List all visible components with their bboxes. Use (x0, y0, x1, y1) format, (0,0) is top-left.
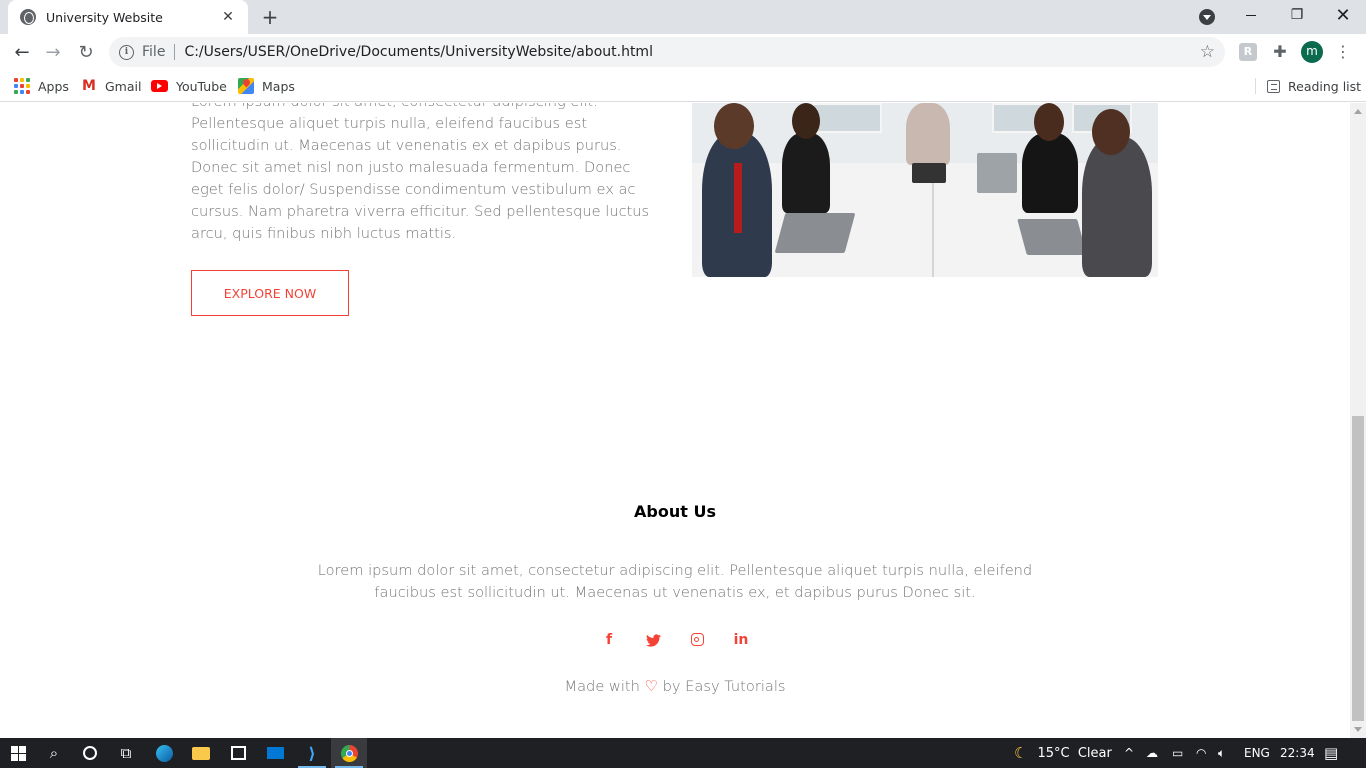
gmail-icon: M (82, 78, 96, 94)
weather-widget[interactable]: ☾ 15°C Clear (1014, 738, 1112, 768)
browser-toolbar: ← → ↻ i File C:/Users/USER/OneDrive/Docu… (0, 34, 1366, 70)
made-with-prefix: Made with (564, 678, 640, 695)
reading-list-label: Reading list (1288, 78, 1362, 94)
battery-icon[interactable]: ▭ (1172, 738, 1183, 768)
profile-avatar[interactable]: m (1301, 41, 1323, 63)
restore-button[interactable]: ❐ (1274, 0, 1320, 30)
hidden-icons-chevron-icon[interactable]: ^ (1124, 738, 1134, 768)
scheme-label: File (142, 44, 166, 60)
bookmark-label: YouTube (176, 78, 227, 94)
bookmark-label: Apps (38, 78, 69, 94)
windows-logo-icon (10, 745, 26, 761)
info-icon[interactable]: i (119, 44, 134, 60)
file-explorer-icon[interactable] (183, 738, 219, 768)
scroll-down-arrow[interactable] (1354, 727, 1362, 732)
linkedin-icon[interactable]: in (730, 630, 752, 650)
maps-icon (238, 78, 254, 94)
address-bar[interactable]: i File C:/Users/USER/OneDrive/Documents/… (109, 37, 1225, 67)
bookmark-youtube[interactable]: YouTube (151, 76, 227, 96)
footer-text: Lorem ipsum dolor sit amet, consectetur … (317, 562, 1033, 601)
page-scrollbar[interactable] (1350, 103, 1366, 738)
moon-icon: ☾ (1014, 744, 1028, 762)
photo-laptop (912, 163, 946, 183)
social-links: f in (0, 630, 1350, 650)
made-with-credit: Made with ♡ by Easy Tutorials (0, 677, 1350, 695)
back-button[interactable]: ← (9, 39, 35, 65)
bookmarks-divider (1255, 78, 1256, 94)
photo-tie (734, 163, 742, 233)
photo-head (1034, 103, 1064, 141)
footer-title: About Us (634, 502, 716, 521)
mail-icon[interactable] (257, 738, 293, 768)
photo-window (812, 103, 882, 133)
notifications-icon[interactable]: ▤ (1324, 738, 1338, 768)
cortana-icon[interactable] (72, 738, 108, 768)
tab-strip: University Website ✕ + ❐ ✕ (0, 0, 1366, 34)
explore-now-button[interactable]: EXPLORE NOW (191, 270, 349, 316)
photo-person (906, 103, 950, 165)
heart-icon: ♡ (644, 677, 658, 695)
bookmark-gmail[interactable]: M Gmail (81, 76, 141, 96)
photo-person (782, 133, 830, 213)
bookmark-star-icon[interactable]: ☆ (1200, 42, 1215, 62)
tab-search-icon[interactable] (1199, 9, 1215, 25)
new-tab-button[interactable]: + (258, 5, 282, 29)
url-text[interactable]: C:/Users/USER/OneDrive/Documents/Univers… (184, 44, 653, 60)
globe-icon (20, 9, 36, 25)
extension-icon[interactable]: R (1239, 43, 1257, 61)
photo-laptop (977, 153, 1017, 193)
reading-list-icon (1267, 79, 1280, 93)
minimize-button[interactable] (1228, 0, 1274, 30)
menu-dots-icon[interactable]: ⋮ (1335, 41, 1351, 63)
scroll-up-arrow[interactable] (1354, 109, 1362, 114)
twitter-icon[interactable] (642, 630, 664, 650)
photo-head (792, 103, 820, 139)
youtube-icon (151, 80, 168, 92)
volume-icon[interactable]: 🔈︎ (1218, 738, 1225, 768)
bookmark-label: Maps (262, 78, 295, 94)
wifi-icon[interactable]: ◠ (1196, 738, 1206, 768)
close-window-button[interactable]: ✕ (1320, 0, 1366, 30)
instagram-icon[interactable] (686, 630, 708, 650)
reload-button[interactable]: ↻ (73, 39, 99, 65)
vscode-icon[interactable]: ⟩ (294, 738, 330, 768)
scroll-thumb[interactable] (1352, 416, 1364, 721)
apps-grid-icon (14, 78, 30, 94)
clock[interactable]: 22:34 (1280, 738, 1315, 768)
bookmarks-bar: Apps M Gmail YouTube Maps Reading list (0, 70, 1366, 102)
made-with-suffix: by Easy Tutorials (662, 678, 786, 695)
search-icon[interactable]: ⌕ (36, 738, 72, 768)
page-viewport: Lorem ipsum dolor sit amet, consectetur … (0, 103, 1350, 738)
facebook-icon[interactable]: f (598, 630, 620, 650)
address-divider (174, 44, 176, 60)
photo-head (714, 103, 754, 149)
browser-tab[interactable]: University Website ✕ (8, 0, 248, 34)
store-icon[interactable] (220, 738, 256, 768)
edge-icon[interactable] (146, 738, 182, 768)
reading-list-button[interactable]: Reading list (1267, 76, 1361, 96)
bookmark-apps[interactable]: Apps (14, 76, 69, 96)
photo-laptop (774, 213, 856, 253)
windows-taskbar: ⌕ ⧉ ⟩ ☾ 15°C Clear ^ ☁ ▭ ◠ 🔈︎ ENG 22:34 … (0, 738, 1366, 768)
task-view-icon[interactable]: ⧉ (108, 738, 144, 768)
photo-person (1022, 133, 1078, 213)
meeting-photo (692, 103, 1158, 277)
photo-laptop (1017, 219, 1087, 255)
weather-text: 15°C Clear (1037, 745, 1112, 761)
forward-button[interactable]: → (40, 39, 66, 65)
tab-title: University Website (46, 9, 163, 25)
bookmark-label: Gmail (105, 78, 142, 94)
start-button[interactable] (0, 738, 36, 768)
intro-paragraph: Lorem ipsum dolor sit amet, consectetur … (191, 103, 650, 242)
extensions-puzzle-icon[interactable]: ✚ (1271, 43, 1289, 61)
chrome-icon[interactable] (331, 738, 367, 768)
bookmark-maps[interactable]: Maps (238, 76, 295, 96)
tab-close-button[interactable]: ✕ (220, 9, 236, 25)
onedrive-icon[interactable]: ☁ (1146, 738, 1158, 768)
photo-head (1092, 109, 1130, 155)
photo-person (1082, 137, 1152, 277)
language-indicator[interactable]: ENG (1244, 738, 1270, 768)
